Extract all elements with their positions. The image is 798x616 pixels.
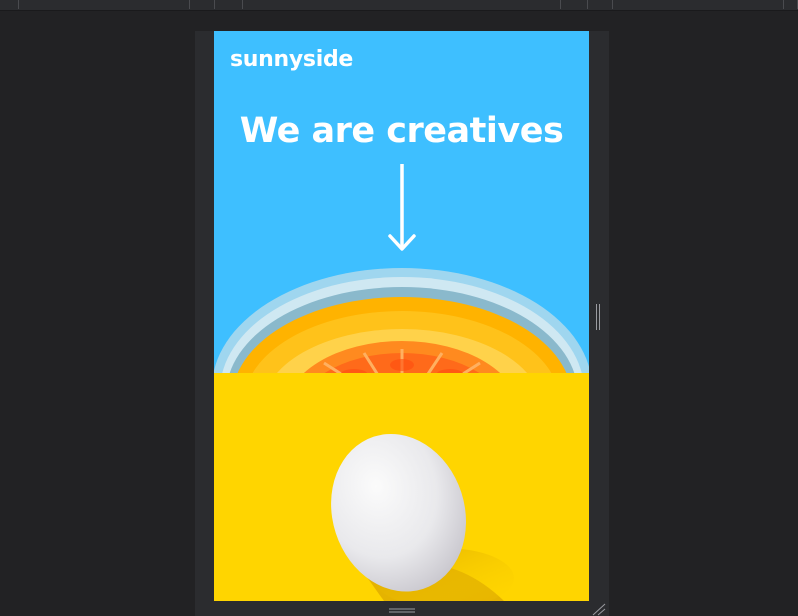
toolbar-segment[interactable]: [588, 0, 613, 9]
toolbar-segment[interactable]: [243, 0, 561, 9]
bottom-drag-handle-icon[interactable]: [389, 607, 415, 616]
toolbar-segment[interactable]: [190, 0, 215, 9]
toolbar-segment[interactable]: [19, 0, 190, 9]
egg-image-section: [214, 373, 589, 601]
resize-corner-icon[interactable]: [592, 603, 606, 616]
toolbar-segment[interactable]: [613, 0, 784, 9]
egg-image: [331, 433, 514, 601]
devtools-toolbar: [0, 0, 798, 11]
emulated-viewport: sunnyside We are creatives: [214, 31, 589, 601]
hero-headline: We are creatives: [239, 111, 564, 151]
hero-section: sunnyside We are creatives: [214, 31, 589, 373]
site-logo[interactable]: sunnyside: [230, 47, 353, 72]
toolbar-segment[interactable]: [215, 0, 243, 9]
side-drag-handle-icon[interactable]: [595, 304, 601, 330]
toolbar-segment[interactable]: [0, 0, 19, 9]
toolbar-segment[interactable]: [784, 0, 798, 9]
toolbar-segment[interactable]: [561, 0, 588, 9]
arrow-down-icon: [388, 164, 416, 251]
orange-bowl-image: [214, 268, 589, 373]
